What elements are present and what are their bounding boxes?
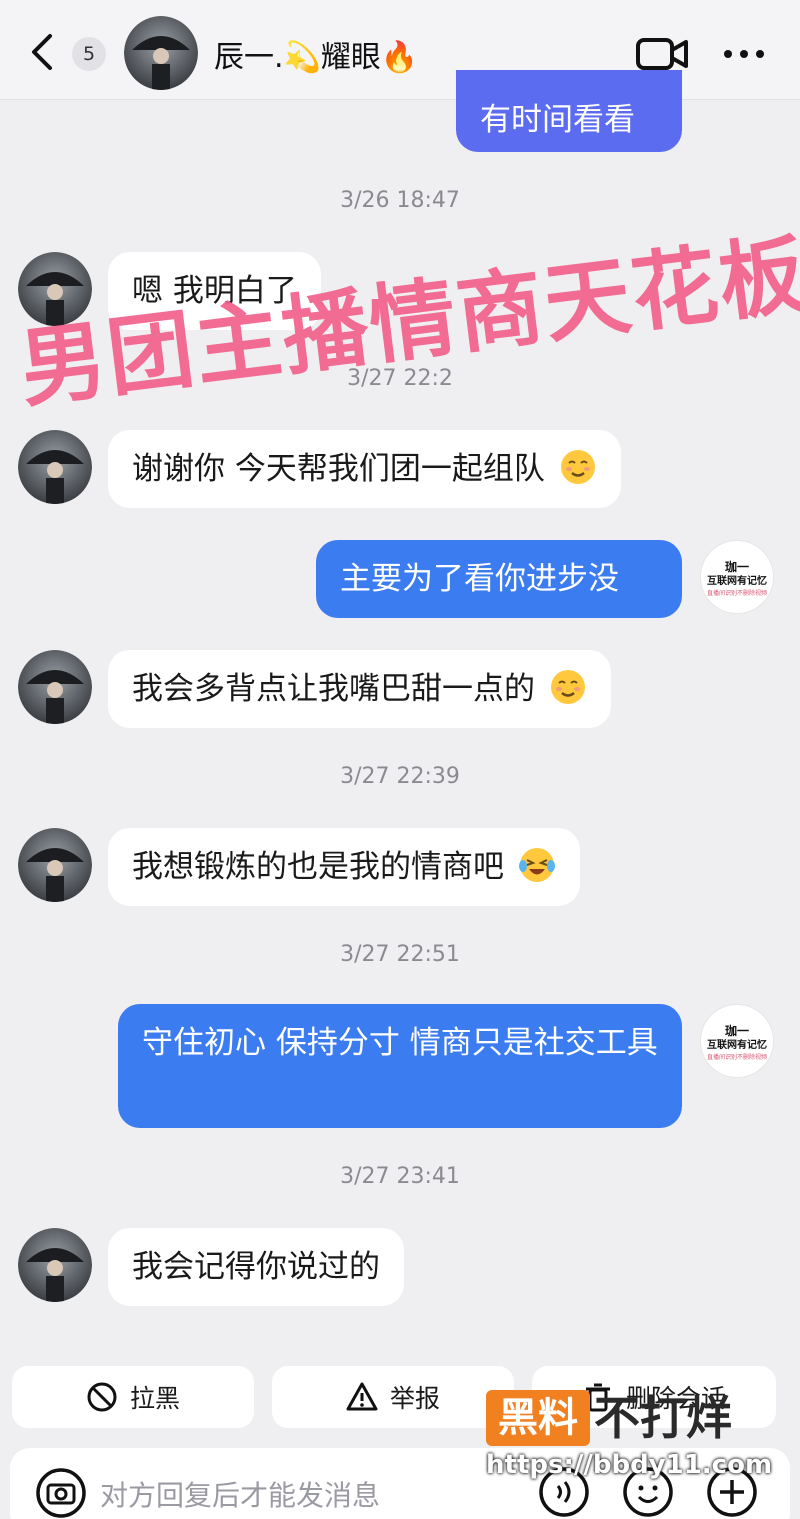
message-text: 守住初心 保持分寸 情商只是社交工具 xyxy=(142,1025,658,1061)
message-text: 主要为了看你进步没 xyxy=(340,561,619,597)
self-avatar-line3: 直播间识别不删除视频 xyxy=(706,590,767,597)
self-avatar[interactable]: 珈一 互联网有记忆 直播间识别不删除视频 xyxy=(700,1004,774,1078)
watermark-logo: 黑料 不打烊 https://bbdy11.com xyxy=(486,1390,786,1490)
message-bubble-incoming[interactable]: 我会多背点让我嘴巴甜一点的 xyxy=(108,650,611,728)
block-label: 拉黑 xyxy=(129,1384,180,1413)
watermark-badge: 黑料 xyxy=(486,1390,590,1446)
watermark-text: 不打烊 xyxy=(594,1391,732,1445)
report-button[interactable]: 举报 xyxy=(272,1366,514,1428)
contact-avatar[interactable] xyxy=(18,1228,92,1302)
message-bubble-outgoing[interactable]: 守住初心 保持分寸 情商只是社交工具 xyxy=(118,1004,682,1128)
self-avatar-line1: 珈一 xyxy=(724,560,749,574)
block-button[interactable]: 拉黑 xyxy=(12,1366,254,1428)
message-timestamp: 3/27 22:51 xyxy=(340,942,460,967)
smirk-emoji-icon xyxy=(560,450,595,484)
contact-avatar[interactable] xyxy=(18,650,92,724)
contact-avatar[interactable] xyxy=(124,16,198,90)
message-input-placeholder[interactable]: 对方回复后才能发消息 xyxy=(100,1474,380,1514)
message-bubble-incoming[interactable]: 我会记得你说过的 xyxy=(108,1228,404,1306)
message-bubble-incoming[interactable]: 谢谢你 今天帮我们团一起组队 xyxy=(108,430,621,508)
message-text: 我会记得你说过的 xyxy=(132,1249,380,1285)
watermark-url: https://bbdy11.com xyxy=(486,1450,773,1480)
self-avatar-line2: 互联网有记忆 xyxy=(707,1040,767,1051)
self-avatar[interactable]: 珈一 互联网有记忆 直播间识别不删除视频 xyxy=(700,540,774,614)
camera-icon[interactable] xyxy=(34,1468,88,1518)
laughing-crying-emoji-icon xyxy=(518,848,555,882)
self-avatar-line3: 直播间识别不删除视频 xyxy=(706,1054,767,1061)
message-timestamp: 3/26 18:47 xyxy=(340,188,460,213)
block-icon xyxy=(87,1382,117,1412)
message-timestamp: 3/27 22:39 xyxy=(340,764,460,789)
smirk-emoji-icon xyxy=(550,670,585,704)
message-timestamp: 3/27 23:41 xyxy=(340,1164,460,1189)
contact-name[interactable]: 辰一.💫耀眼🔥 xyxy=(214,32,418,76)
message-bubble-incoming[interactable]: 我想锻炼的也是我的情商吧 xyxy=(108,828,580,906)
unread-count-badge[interactable]: 5 xyxy=(72,37,106,71)
message-text: 有时间看看 xyxy=(480,102,635,138)
message-bubble-outgoing[interactable]: 有时间看看 xyxy=(456,70,682,152)
video-call-icon[interactable] xyxy=(634,34,690,74)
message-text: 我想锻炼的也是我的情商吧 xyxy=(132,849,504,885)
back-arrow-icon[interactable] xyxy=(24,32,60,72)
contact-avatar[interactable] xyxy=(18,828,92,902)
warning-icon xyxy=(346,1382,378,1411)
self-avatar-line2: 互联网有记忆 xyxy=(707,576,767,587)
message-text: 我会多背点让我嘴巴甜一点的 xyxy=(132,671,535,707)
report-label: 举报 xyxy=(389,1384,440,1413)
message-text: 谢谢你 今天帮我们团一起组队 xyxy=(132,451,545,487)
contact-avatar[interactable] xyxy=(18,430,92,504)
more-options-icon[interactable] xyxy=(718,34,770,74)
self-avatar-line1: 珈一 xyxy=(724,1024,749,1038)
message-bubble-outgoing[interactable]: 主要为了看你进步没 xyxy=(316,540,682,618)
